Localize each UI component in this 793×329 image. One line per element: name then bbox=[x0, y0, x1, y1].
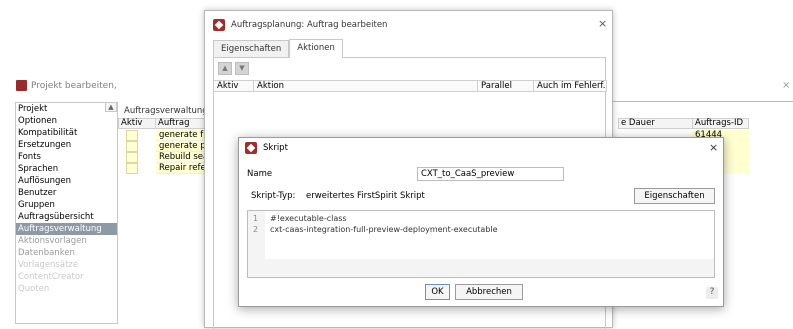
script-type-value: erweitertes FirstSpirit Skript bbox=[306, 191, 425, 201]
actions-table-header: Aktiv Aktion Parallel Auch im Fehlerf... bbox=[214, 80, 607, 92]
job-name: generate pa bbox=[156, 141, 208, 152]
move-up-button[interactable]: ▲ bbox=[218, 62, 232, 75]
line-number: 2 bbox=[253, 225, 259, 234]
column-header-auftrag[interactable]: Auftrag bbox=[155, 118, 208, 129]
script-type-label: Skript-Typ: bbox=[251, 191, 296, 201]
active-checkbox[interactable] bbox=[126, 141, 138, 152]
job-name: Repair refer bbox=[156, 163, 208, 174]
column-header-auftrags-id[interactable]: Auftrags-ID bbox=[692, 118, 749, 129]
tab-eigenschaften[interactable]: Eigenschaften bbox=[213, 40, 290, 57]
close-icon[interactable]: × bbox=[598, 17, 607, 30]
sidebar-item[interactable]: Aktionsvorlagen bbox=[16, 235, 117, 247]
active-checkbox[interactable] bbox=[126, 130, 138, 141]
job-edit-dialog-title: Auftragsplanung: Auftrag bearbeiten bbox=[213, 19, 387, 31]
column-header-aktion[interactable]: Aktion bbox=[254, 80, 478, 92]
close-icon[interactable]: × bbox=[709, 141, 718, 154]
column-header-parallel[interactable]: Parallel bbox=[478, 80, 534, 92]
sidebar-item[interactable]: Fonts bbox=[16, 151, 117, 163]
table-row[interactable]: Repair refer bbox=[118, 163, 208, 175]
script-dialog-title: Skript bbox=[245, 142, 288, 154]
project-sidebar: Projekt Optionen Kompatibilität Ersetzungen… bbox=[15, 102, 118, 324]
cancel-button[interactable]: Abbrechen bbox=[455, 284, 523, 300]
job-table: Aktiv Auftrag generate full generate pa Re… bbox=[118, 118, 208, 184]
sidebar-item[interactable]: Kompatibilität bbox=[16, 127, 117, 139]
code-line[interactable]: cxt-caas-integration-full-preview-deploy… bbox=[270, 225, 498, 234]
sidebar-item[interactable]: Optionen bbox=[16, 115, 117, 127]
divider bbox=[604, 101, 793, 102]
tab-aktionen[interactable]: Aktionen bbox=[289, 39, 343, 58]
script-dialog: Skript × Name CXT_to_CaaS_preview Skript… bbox=[238, 137, 724, 307]
active-checkbox[interactable] bbox=[126, 163, 138, 174]
sidebar-item[interactable]: Auftragsverwaltung bbox=[16, 223, 117, 235]
line-number: 1 bbox=[253, 214, 259, 223]
firstspirit-logo-icon bbox=[16, 80, 27, 91]
ok-button[interactable]: OK bbox=[425, 284, 450, 300]
firstspirit-logo-icon bbox=[213, 19, 225, 31]
column-header-dauer[interactable]: e Dauer bbox=[618, 118, 693, 129]
active-checkbox[interactable] bbox=[126, 152, 138, 163]
sidebar-item[interactable]: Sprachen bbox=[16, 163, 117, 175]
name-field[interactable]: CXT_to_CaaS_preview bbox=[417, 167, 564, 181]
close-icon[interactable]: × bbox=[782, 80, 790, 91]
sidebar-item[interactable]: Datenbanken bbox=[16, 247, 117, 259]
job-name: Rebuild sea bbox=[156, 152, 208, 163]
code-line[interactable]: #!executable-class bbox=[270, 214, 347, 223]
column-header-auch-im-fehlerfall[interactable]: Auch im Fehlerf... bbox=[534, 80, 607, 92]
move-down-button[interactable]: ▼ bbox=[235, 62, 249, 75]
sidebar-item[interactable]: Vorlagensätze bbox=[16, 259, 117, 271]
job-name: generate full bbox=[156, 130, 208, 141]
job-edit-dialog-title-text: Auftragsplanung: Auftrag bearbeiten bbox=[231, 20, 388, 30]
help-icon[interactable]: ? bbox=[706, 287, 718, 299]
sidebar-item[interactable]: Quoten bbox=[16, 283, 117, 295]
project-window-title: Projekt bearbeiten, bbox=[16, 80, 117, 91]
tab-bar: Eigenschaften Aktionen bbox=[213, 39, 343, 58]
sidebar-item[interactable]: Gruppen bbox=[16, 199, 117, 211]
sidebar-item[interactable]: Benutzer bbox=[16, 187, 117, 199]
column-header-aktiv[interactable]: Aktiv bbox=[214, 80, 254, 92]
name-label: Name bbox=[247, 169, 273, 179]
sidebar-item[interactable]: Ersetzungen bbox=[16, 139, 117, 151]
sidebar-item[interactable]: Auflösungen bbox=[16, 175, 117, 187]
panel-title: Auftragsverwaltung bbox=[124, 106, 208, 116]
editor-empty-area bbox=[265, 259, 714, 277]
column-header-aktiv[interactable]: Aktiv bbox=[118, 118, 156, 129]
firstspirit-logo-icon bbox=[245, 142, 257, 154]
project-window-title-text: Projekt bearbeiten, bbox=[31, 80, 117, 91]
sidebar-item[interactable]: Auftragsübersicht bbox=[16, 211, 117, 223]
sidebar-item[interactable]: ContentCreator bbox=[16, 271, 117, 283]
sidebar-item[interactable]: Projekt bbox=[16, 103, 117, 115]
script-dialog-title-text: Skript bbox=[263, 143, 288, 153]
script-editor[interactable]: 1 #!executable-class 2 cxt-caas-integrat… bbox=[247, 210, 715, 278]
scroll-up-icon[interactable]: ▲ bbox=[105, 102, 117, 112]
properties-button[interactable]: Eigenschaften bbox=[634, 188, 715, 204]
